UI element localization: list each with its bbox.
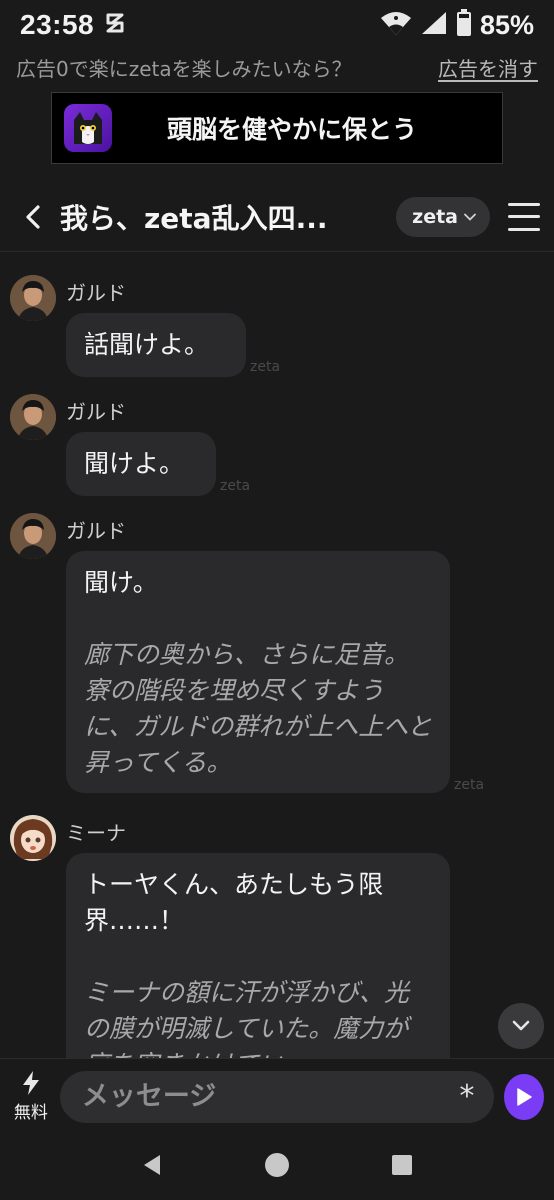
message-item: ミーナ トーヤくん、あたしもう限界……！ ミーナの額に汗が浮かび、光の膜が明滅し… bbox=[10, 815, 540, 1058]
message-source-tag: zeta bbox=[454, 777, 485, 793]
avatar[interactable] bbox=[10, 513, 56, 559]
remove-ads-link[interactable]: 広告を消す bbox=[438, 53, 538, 82]
message-bubble[interactable]: トーヤくん、あたしもう限界……！ ミーナの額に汗が浮かび、光の膜が明滅していた。… bbox=[66, 853, 450, 1058]
message-text: 話聞けよ。 bbox=[84, 330, 210, 359]
free-mode-button[interactable]: 無料 bbox=[10, 1067, 52, 1127]
scroll-to-bottom-button[interactable] bbox=[498, 1003, 544, 1049]
message-bubble[interactable]: 聞けよ。 bbox=[66, 432, 216, 496]
ad-banner-text: 頭脳を健やかに保とう bbox=[166, 115, 417, 144]
chat-header: 我ら、zeta乱入四... zeta bbox=[0, 182, 554, 252]
message-bubble[interactable]: 聞け。 廊下の奥から、さらに足音。寮の階段を埋め尽くすように、ガルドの群れが上へ… bbox=[66, 551, 450, 793]
chevron-down-icon bbox=[512, 1020, 530, 1031]
sender-name: ガルド bbox=[66, 281, 126, 305]
nav-home-icon[interactable] bbox=[264, 1152, 290, 1182]
chat-title: 我ら、zeta乱入四... bbox=[60, 201, 328, 235]
message-item: ガルド 聞けよ。 zeta bbox=[10, 394, 540, 504]
message-text: 聞けよ。 bbox=[84, 449, 185, 478]
model-selector[interactable]: zeta bbox=[396, 196, 490, 237]
status-bar: 23:58 85% bbox=[0, 0, 554, 50]
message-text: 聞け。 bbox=[84, 568, 158, 597]
sender-name: ミーナ bbox=[66, 821, 126, 845]
asterisk-button[interactable]: * bbox=[458, 1079, 476, 1114]
message-text: トーヤくん、あたしもう限界……！ bbox=[84, 870, 384, 935]
system-nav-bar bbox=[0, 1134, 554, 1200]
avatar[interactable] bbox=[10, 815, 56, 861]
ad-promo-text: 広告0で楽にzetaを楽しみたいなら？ bbox=[16, 56, 352, 81]
message-source-tag: zeta bbox=[220, 478, 251, 494]
narration-text: ミーナの額に汗が浮かび、光の膜が明滅していた。魔力が底を突きかけてい bbox=[84, 978, 410, 1058]
message-input-box[interactable]: * bbox=[59, 1070, 494, 1123]
send-button[interactable] bbox=[503, 1073, 544, 1120]
sender-name: ガルド bbox=[66, 400, 126, 424]
free-label: 無料 bbox=[13, 1103, 48, 1123]
chevron-down-icon bbox=[464, 213, 476, 221]
narration-text: 廊下の奥から、さらに足音。寮の階段を埋め尽くすように、ガルドの群れが上へ上へと昇… bbox=[84, 640, 433, 777]
lightning-icon bbox=[22, 1071, 39, 1095]
nav-back-icon[interactable] bbox=[141, 1153, 163, 1181]
ad-banner[interactable]: 頭脳を健やかに保とう bbox=[51, 92, 503, 164]
menu-button[interactable] bbox=[508, 202, 540, 231]
sender-name: ガルド bbox=[66, 519, 126, 543]
app-notification-icon bbox=[104, 11, 126, 39]
message-item: ガルド 話聞けよ。 zeta bbox=[10, 275, 540, 385]
ad-cat-image bbox=[64, 104, 112, 152]
play-icon bbox=[517, 1087, 532, 1106]
battery-icon bbox=[456, 9, 472, 41]
model-label: zeta bbox=[412, 205, 458, 228]
avatar[interactable] bbox=[10, 275, 56, 321]
chat-messages[interactable]: ガルド 話聞けよ。 zeta ガルド 聞けよ。 zeta ガルド 聞け。 廊下の… bbox=[0, 253, 554, 1058]
signal-icon bbox=[420, 10, 448, 40]
nav-recents-icon[interactable] bbox=[391, 1154, 413, 1180]
message-item: ガルド 聞け。 廊下の奥から、さらに足音。寮の階段を埋め尽くすように、ガルドの群… bbox=[10, 513, 540, 803]
message-source-tag: zeta bbox=[250, 359, 281, 375]
avatar[interactable] bbox=[10, 394, 56, 440]
ad-promo-bar: 広告0で楽にzetaを楽しみたいなら？ 広告を消す bbox=[0, 50, 554, 84]
chevron-left-icon bbox=[26, 204, 40, 229]
battery-percent: 85% bbox=[479, 9, 534, 40]
wifi-icon bbox=[380, 10, 412, 40]
back-button[interactable] bbox=[16, 197, 50, 237]
status-time: 23:58 bbox=[20, 9, 95, 40]
message-bubble[interactable]: 話聞けよ。 bbox=[66, 313, 246, 377]
message-input[interactable] bbox=[81, 1081, 458, 1112]
message-composer: 無料 * bbox=[0, 1058, 554, 1134]
